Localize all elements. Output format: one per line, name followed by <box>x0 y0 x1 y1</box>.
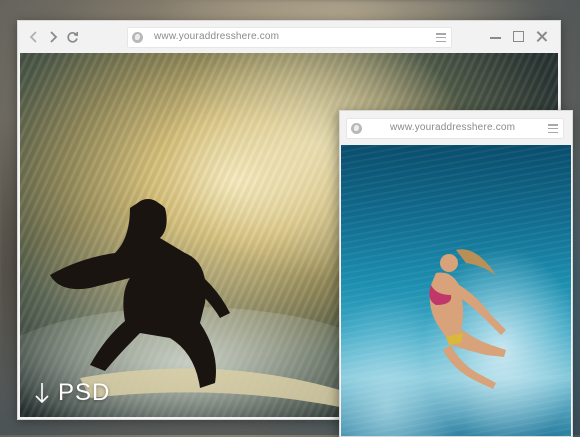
address-bar[interactable]: www.youraddresshere.com <box>127 27 452 48</box>
address-menu-icon[interactable] <box>436 33 446 42</box>
swimmer-photo <box>341 145 571 436</box>
download-psd-label[interactable]: PSD <box>34 379 110 407</box>
address-url: www.youraddresshere.com <box>154 31 280 42</box>
download-arrow-icon <box>35 383 49 404</box>
address-menu-icon[interactable] <box>548 124 558 133</box>
globe-icon <box>351 123 362 134</box>
back-arrow-icon[interactable] <box>27 30 41 44</box>
browser-window-small: www.youraddresshere.com <box>339 110 573 437</box>
address-bar-small[interactable]: www.youraddresshere.com <box>346 118 564 139</box>
address-url-small: www.youraddresshere.com <box>390 122 516 133</box>
maximize-icon[interactable] <box>512 30 526 44</box>
browser-toolbar: www.youraddresshere.com <box>18 21 560 53</box>
minimize-icon[interactable] <box>489 30 503 44</box>
browser-toolbar-small: www.youraddresshere.com <box>340 111 572 145</box>
globe-icon <box>132 32 143 43</box>
psd-text: PSD <box>58 379 111 406</box>
swimmer-figure <box>429 249 506 389</box>
close-icon[interactable] <box>535 30 549 44</box>
forward-arrow-icon[interactable] <box>46 30 60 44</box>
reload-icon[interactable] <box>65 30 79 44</box>
